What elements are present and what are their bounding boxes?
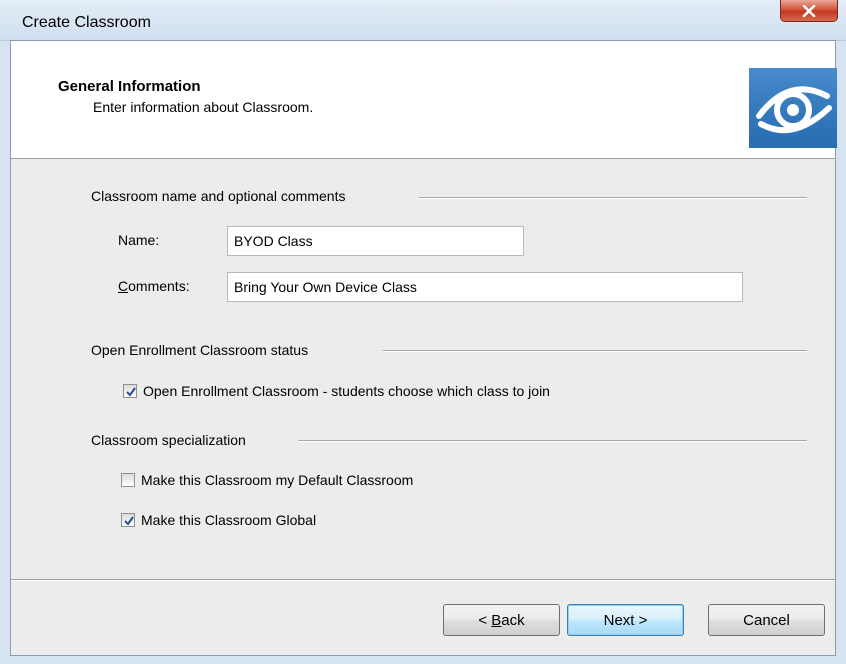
checkmark-icon (126, 387, 136, 397)
eye-logo-icon (749, 68, 837, 148)
global-classroom-checkbox-row[interactable]: Make this Classroom Global (121, 510, 316, 530)
global-classroom-checkbox[interactable] (121, 513, 135, 527)
cancel-button-label: Cancel (743, 611, 790, 629)
group-heading-specialization: Classroom specialization (91, 430, 246, 450)
next-button-label: Next > (603, 611, 648, 629)
back-button-rest: ack (501, 611, 525, 629)
default-classroom-label: Make this Classroom my Default Classroom (141, 472, 414, 488)
comments-input[interactable] (227, 272, 743, 302)
close-icon (802, 4, 816, 17)
close-button[interactable] (780, 0, 838, 22)
title-bar[interactable]: Create Classroom (0, 0, 846, 41)
page-title: General Information (58, 78, 201, 95)
wizard-header: General Information Enter information ab… (11, 41, 837, 159)
open-enrollment-checkbox[interactable] (123, 384, 137, 398)
comments-label-accel: C (118, 278, 129, 294)
open-enrollment-checkbox-row[interactable]: Open Enrollment Classroom - students cho… (123, 381, 550, 401)
default-classroom-checkbox-row[interactable]: Make this Classroom my Default Classroom (121, 470, 413, 490)
name-label: Name: (118, 232, 160, 248)
cancel-button[interactable]: Cancel (708, 604, 825, 636)
back-button[interactable]: < Back (443, 604, 560, 636)
group-divider (419, 197, 807, 199)
group-divider (383, 350, 807, 352)
back-button-accel: B (491, 611, 502, 629)
group-divider (298, 440, 807, 442)
default-classroom-checkbox[interactable] (121, 473, 135, 487)
next-button[interactable]: Next > (567, 604, 684, 636)
checkmark-icon (124, 516, 134, 526)
group-heading-specialization-text: Classroom specialization (91, 432, 246, 448)
comments-label: Comments: (118, 278, 190, 294)
group-heading-enrollment-text: Open Enrollment Classroom status (91, 342, 309, 358)
dialog-window: Create Classroom General Information Ent… (0, 0, 846, 664)
window-title: Create Classroom (22, 14, 151, 31)
back-button-prefix: < (478, 611, 488, 629)
footer-divider (11, 579, 835, 581)
comments-label-rest: omments: (128, 278, 190, 294)
name-input[interactable] (227, 226, 524, 256)
global-classroom-label: Make this Classroom Global (141, 512, 317, 528)
group-heading-name: Classroom name and optional comments (91, 186, 345, 206)
group-heading-enrollment: Open Enrollment Classroom status (91, 340, 308, 360)
dialog-client-area: General Information Enter information ab… (10, 40, 837, 656)
open-enrollment-label: Open Enrollment Classroom - students cho… (143, 383, 550, 399)
page-subtitle: Enter information about Classroom. (93, 99, 314, 115)
group-heading-name-text: Classroom name and optional comments (91, 188, 346, 204)
